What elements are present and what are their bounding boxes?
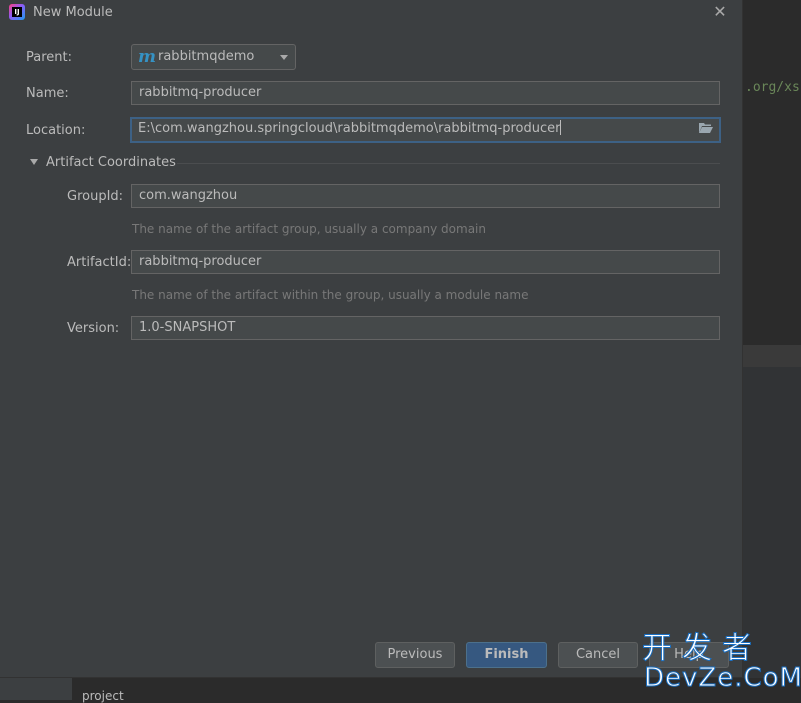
dialog-titlebar: IJ New Module ✕ bbox=[0, 0, 743, 26]
folder-open-icon[interactable] bbox=[699, 122, 713, 134]
project-tool-label[interactable]: project bbox=[82, 689, 124, 703]
intellij-app-icon: IJ bbox=[9, 4, 25, 20]
groupid-field[interactable]: com.wangzhou bbox=[131, 184, 720, 208]
triangle-expanded-icon[interactable] bbox=[30, 159, 38, 165]
version-label: Version: bbox=[67, 321, 120, 336]
artifactid-field[interactable]: rabbitmq-producer bbox=[131, 250, 720, 274]
groupid-label: GroupId: bbox=[67, 189, 124, 204]
text-caret bbox=[560, 120, 562, 135]
cancel-button[interactable]: Cancel bbox=[558, 642, 638, 668]
chevron-down-icon bbox=[280, 55, 288, 60]
dialog-title: New Module bbox=[33, 5, 113, 20]
maven-module-icon: m bbox=[138, 47, 156, 67]
parent-select[interactable]: m rabbitmqdemo bbox=[131, 44, 296, 70]
artifactid-hint: The name of the artifact within the grou… bbox=[132, 288, 529, 302]
editor-code-snippet: .org/xs bbox=[745, 80, 800, 95]
artifactid-label: ArtifactId: bbox=[67, 255, 132, 270]
watermark-line1: 开发者 bbox=[642, 631, 762, 666]
location-label: Location: bbox=[26, 123, 86, 138]
location-field-value: E:\com.wangzhou.springcloud\rabbitmqdemo… bbox=[138, 121, 561, 136]
parent-label: Parent: bbox=[26, 50, 72, 65]
parent-select-value: rabbitmqdemo bbox=[158, 49, 255, 64]
name-field-value: rabbitmq-producer bbox=[139, 85, 262, 100]
watermark-line2: DevZe.CoM bbox=[644, 663, 801, 694]
section-divider bbox=[177, 163, 720, 164]
version-field[interactable]: 1.0-SNAPSHOT bbox=[131, 316, 720, 340]
name-field[interactable]: rabbitmq-producer bbox=[131, 81, 720, 105]
devze-watermark: 开发者 DevZe.CoM bbox=[642, 631, 801, 697]
bottom-strip-gutter bbox=[0, 678, 72, 700]
artifact-section-title[interactable]: Artifact Coordinates bbox=[46, 155, 176, 170]
version-field-value: 1.0-SNAPSHOT bbox=[139, 320, 236, 335]
groupid-hint: The name of the artifact group, usually … bbox=[132, 222, 486, 236]
close-icon[interactable]: ✕ bbox=[711, 3, 729, 21]
editor-background bbox=[743, 0, 801, 345]
artifactid-field-value: rabbitmq-producer bbox=[139, 254, 262, 269]
previous-button[interactable]: Previous bbox=[375, 642, 455, 668]
finish-button[interactable]: Finish bbox=[466, 642, 547, 668]
editor-divider-band bbox=[743, 345, 801, 367]
groupid-field-value: com.wangzhou bbox=[139, 188, 238, 203]
new-module-dialog: IJ New Module ✕ Parent: m rabbitmqdemo N… bbox=[0, 0, 743, 678]
location-field[interactable]: E:\com.wangzhou.springcloud\rabbitmqdemo… bbox=[130, 117, 721, 143]
name-label: Name: bbox=[26, 86, 69, 101]
